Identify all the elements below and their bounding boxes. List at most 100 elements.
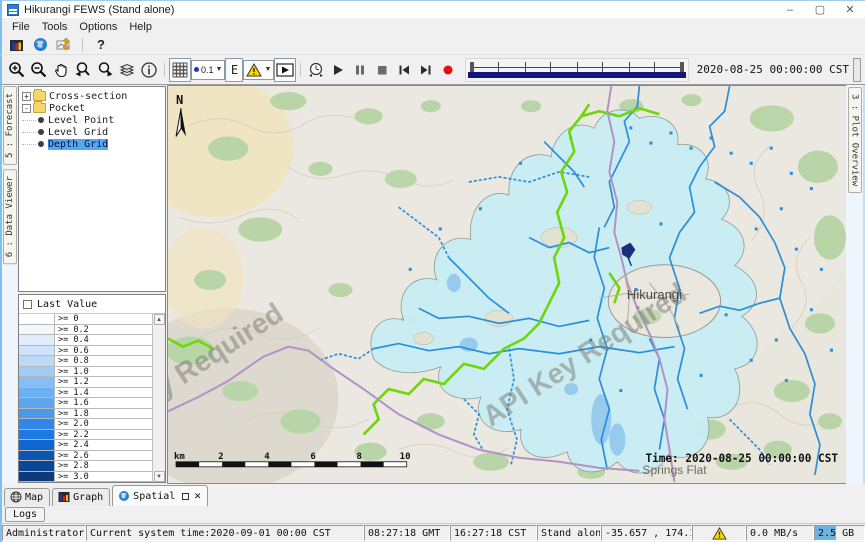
toolbar-separator [164, 63, 165, 77]
tree-guide [22, 144, 36, 145]
legend-color-swatch [19, 314, 55, 324]
spatial-display-icon[interactable] [54, 36, 74, 54]
legend-row[interactable]: >= 2.6 [19, 451, 152, 462]
status-coordinates: -35.657 , 174.199 [601, 525, 692, 541]
legend-color-swatch [19, 388, 55, 398]
chevron-down-icon: ▼ [216, 66, 223, 73]
legend-row[interactable]: >= 1.4 [19, 388, 152, 399]
menu-help[interactable]: Help [123, 20, 158, 34]
globe-icon[interactable] [30, 36, 50, 54]
bullet-icon [38, 117, 44, 123]
zoom-out-icon[interactable] [28, 58, 50, 82]
legend-row[interactable]: >= 2.2 [19, 430, 152, 441]
close-panel-icon[interactable]: ✕ [194, 492, 201, 500]
zoom-previous-icon[interactable] [72, 58, 94, 82]
legend-row-label: >= 2.0 [55, 419, 152, 429]
legend-row[interactable]: >= 1.2 [19, 377, 152, 388]
time-navigator-icon[interactable] [305, 58, 327, 82]
scroll-up-icon[interactable]: ▲ [154, 314, 165, 325]
close-button[interactable]: ✕ [835, 1, 865, 18]
tab-forecast[interactable]: 5 : Forecast [3, 86, 17, 165]
zoom-in-icon[interactable] [6, 58, 28, 82]
panel-grip[interactable] [853, 58, 861, 82]
tab-spatial[interactable]: Spatial ✕ [112, 485, 208, 506]
last-value-checkbox[interactable] [23, 300, 32, 309]
archive-icon[interactable] [6, 36, 26, 54]
tab-plot-overview[interactable]: 3 : Plot Overview [848, 87, 862, 193]
map-toolbar: 0.1 ▼ E ▼ 2020-08-25 0 [0, 55, 865, 85]
grid-icon[interactable] [169, 58, 191, 82]
status-warning-cell[interactable] [692, 525, 746, 541]
tree-toggle-icon[interactable]: - [22, 104, 31, 113]
legend-scrollbar[interactable]: ▲ ▼ [152, 314, 165, 482]
legend-row[interactable]: >= 1.8 [19, 409, 152, 420]
bottom-tab-bar: Map Graph Spatial ✕ [0, 484, 865, 506]
minimize-button[interactable]: – [775, 1, 805, 18]
class-break-dropdown[interactable]: 0.1 ▼ [191, 60, 225, 80]
tree-item-depth-grid[interactable]: Depth Grid [19, 138, 165, 150]
maximize-button[interactable]: ▢ [805, 1, 835, 18]
step-backward-icon[interactable] [393, 58, 415, 82]
legend-row[interactable]: >= 1.6 [19, 398, 152, 409]
step-forward-icon[interactable] [415, 58, 437, 82]
legend-row-label: >= 2.4 [55, 440, 152, 450]
current-datetime: 2020-08-25 00:00:00 CST [695, 63, 853, 76]
graph-icon [58, 491, 70, 503]
stop-icon[interactable] [371, 58, 393, 82]
legend-row[interactable]: >= 0 [19, 314, 152, 325]
logs-button[interactable]: Logs [5, 507, 45, 522]
legend-row[interactable]: >= 2.8 [19, 461, 152, 472]
tab-data-viewer[interactable]: 6 : Data Viewer [3, 169, 17, 264]
menu-file[interactable]: File [6, 20, 36, 34]
legend-row[interactable]: >= 0.8 [19, 356, 152, 367]
movie-export-icon[interactable] [274, 58, 296, 82]
parameter-tree: + Cross-section-PocketLevel PointLevel Gr… [18, 86, 166, 292]
tree-item-level-point[interactable]: Level Point [19, 114, 165, 126]
status-mode: Stand alone [537, 525, 601, 541]
tree-item-level-grid[interactable]: Level Grid [19, 126, 165, 138]
tree-toggle-icon[interactable]: + [22, 92, 31, 101]
main-toolbar: ? [0, 35, 865, 55]
tree-item-label: Cross-section [49, 91, 127, 102]
legend-row-label: >= 2.2 [55, 430, 152, 440]
legend-row[interactable]: >= 0.6 [19, 346, 152, 357]
town-label: Hikurangi [627, 287, 682, 302]
legend-row-label: >= 1.8 [55, 409, 152, 419]
layers-icon[interactable] [116, 58, 138, 82]
legend-row[interactable]: >= 1.0 [19, 367, 152, 378]
pan-icon[interactable] [50, 58, 72, 82]
help-icon[interactable]: ? [91, 36, 111, 54]
time-slider[interactable] [465, 58, 688, 82]
restore-panel-icon[interactable] [182, 493, 189, 500]
tree-item-label: Level Grid [48, 127, 108, 138]
svg-text:6: 6 [310, 452, 315, 462]
tab-map[interactable]: Map [4, 488, 50, 506]
menu-options[interactable]: Options [73, 20, 123, 34]
app-logo-icon [7, 4, 19, 16]
legend-row[interactable]: >= 0.4 [19, 335, 152, 346]
menu-tools[interactable]: Tools [36, 20, 74, 34]
pause-icon[interactable] [349, 58, 371, 82]
legend-row[interactable]: >= 2.4 [19, 440, 152, 451]
legend-row[interactable]: >= 3.0 [19, 472, 152, 483]
tree-item-pocket[interactable]: -Pocket [19, 102, 165, 114]
legend-row[interactable]: >= 0.2 [19, 325, 152, 336]
status-memory: 2.5 GB [814, 525, 865, 541]
record-icon[interactable] [437, 58, 459, 82]
thresholds-dropdown[interactable]: ▼ [243, 60, 274, 80]
legend-color-swatch [19, 440, 55, 450]
time-span-bar [468, 72, 685, 78]
zoom-next-icon[interactable] [94, 58, 116, 82]
legend-row-label: >= 3.0 [55, 472, 152, 482]
play-icon[interactable] [327, 58, 349, 82]
map-view[interactable]: API Key Required API Key Required N km 2… [167, 85, 846, 484]
info-icon[interactable] [138, 58, 160, 82]
scroll-down-icon[interactable]: ▼ [154, 471, 165, 482]
tree-item-label: Depth Grid [48, 139, 108, 150]
class-break-value: 0.1 [201, 65, 214, 75]
toolbar-separator [82, 38, 83, 52]
legend-row-label: >= 0.2 [55, 325, 152, 335]
tab-graph[interactable]: Graph [52, 488, 110, 506]
legend-row[interactable]: >= 2.0 [19, 419, 152, 430]
legend-button[interactable]: E [225, 58, 243, 82]
